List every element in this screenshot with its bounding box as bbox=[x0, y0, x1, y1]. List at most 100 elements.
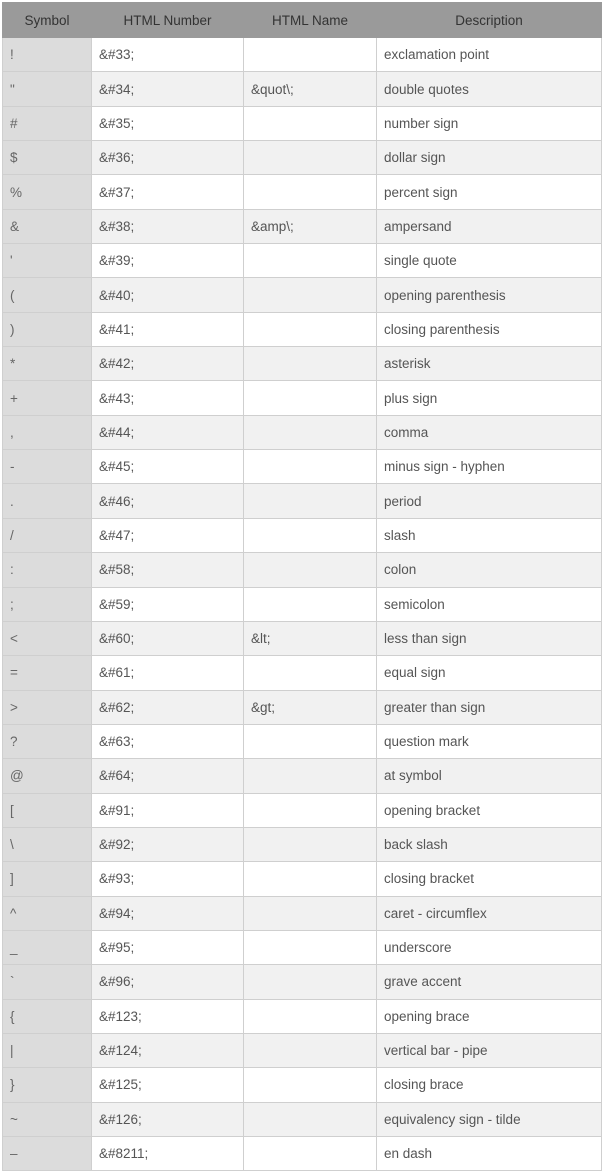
symbol-cell: } bbox=[2, 1067, 92, 1103]
html-number-cell: &#58; bbox=[91, 552, 244, 588]
html-number-cell: &#41; bbox=[91, 311, 244, 348]
html-name-cell bbox=[243, 929, 377, 966]
html-number-cell: &#40; bbox=[91, 277, 244, 313]
html-name-cell bbox=[243, 105, 377, 142]
symbol-cell: . bbox=[2, 483, 92, 519]
html-name-cell bbox=[243, 36, 377, 73]
description-cell: closing bracket bbox=[376, 861, 602, 897]
table-row: ) &#41; closing parenthesis bbox=[2, 311, 602, 348]
description-cell: semicolon bbox=[376, 586, 602, 622]
html-name-cell: &gt; bbox=[243, 689, 377, 725]
table-row: : &#58; colon bbox=[2, 552, 602, 588]
table-row: @ &#64; at symbol bbox=[2, 758, 602, 794]
table-row: ; &#59; semicolon bbox=[2, 586, 602, 622]
html-number-cell: &#123; bbox=[91, 998, 244, 1034]
symbol-cell: ] bbox=[2, 861, 92, 897]
html-number-cell: &#45; bbox=[91, 449, 244, 485]
description-cell: slash bbox=[376, 517, 602, 554]
html-number-cell: &#64; bbox=[91, 758, 244, 794]
html-number-cell: &#47; bbox=[91, 517, 244, 554]
html-name-cell bbox=[243, 792, 377, 828]
description-cell: greater than sign bbox=[376, 689, 602, 725]
symbol-cell: | bbox=[2, 1032, 92, 1069]
symbol-cell: _ bbox=[2, 929, 92, 966]
table-row: + &#43; plus sign bbox=[2, 380, 602, 416]
symbol-cell: ' bbox=[2, 243, 92, 279]
description-cell: equivalency sign - tilde bbox=[376, 1101, 602, 1138]
html-number-cell: &#93; bbox=[91, 861, 244, 897]
html-name-cell bbox=[243, 998, 377, 1034]
html-name-cell: &amp\; bbox=[243, 208, 377, 245]
table-row: } &#125; closing brace bbox=[2, 1067, 602, 1103]
symbol-cell: ) bbox=[2, 311, 92, 348]
table-row: | &#124; vertical bar - pipe bbox=[2, 1032, 602, 1069]
description-cell: comma bbox=[376, 414, 602, 451]
html-name-cell bbox=[243, 1135, 377, 1172]
symbol-cell: ~ bbox=[2, 1101, 92, 1138]
description-cell: minus sign - hyphen bbox=[376, 449, 602, 485]
symbol-cell: ! bbox=[2, 36, 92, 73]
html-number-cell: &#38; bbox=[91, 208, 244, 245]
table-row: {&#123; opening brace bbox=[2, 998, 602, 1034]
description-cell: question mark bbox=[376, 723, 602, 760]
symbol-cell: – bbox=[2, 1135, 92, 1172]
description-cell: closing parenthesis bbox=[376, 311, 602, 348]
html-number-cell: &#8211; bbox=[91, 1135, 244, 1172]
html-number-cell: &#44; bbox=[91, 414, 244, 451]
table-row: ^ &#94; caret - circumflex bbox=[2, 895, 602, 931]
description-cell: at symbol bbox=[376, 758, 602, 794]
html-number-cell: &#37; bbox=[91, 174, 244, 210]
html-name-cell bbox=[243, 140, 377, 176]
html-name-cell bbox=[243, 895, 377, 931]
table-row: ? &#63; question mark bbox=[2, 723, 602, 760]
symbol-cell: ? bbox=[2, 723, 92, 760]
symbol-cell: : bbox=[2, 552, 92, 588]
symbol-cell: " bbox=[2, 71, 92, 107]
html-name-cell bbox=[243, 552, 377, 588]
html-number-cell: &#43; bbox=[91, 380, 244, 416]
description-cell: opening brace bbox=[376, 998, 602, 1034]
html-name-cell bbox=[243, 964, 377, 1000]
table-header-row: Symbol HTML Number HTML Name Description bbox=[2, 2, 602, 38]
html-name-cell: &quot\; bbox=[243, 71, 377, 107]
description-cell: vertical bar - pipe bbox=[376, 1032, 602, 1069]
header-description: Description bbox=[376, 2, 602, 38]
description-cell: asterisk bbox=[376, 346, 602, 382]
html-name-cell bbox=[243, 723, 377, 760]
description-cell: number sign bbox=[376, 105, 602, 142]
html-name-cell bbox=[243, 1101, 377, 1138]
symbol-cell: / bbox=[2, 517, 92, 554]
symbol-cell: [ bbox=[2, 792, 92, 828]
html-name-cell: &lt; bbox=[243, 620, 377, 657]
html-number-cell: &#91; bbox=[91, 792, 244, 828]
table-row: - &#45; minus sign - hyphen bbox=[2, 449, 602, 485]
table-row: ! &#33; exclamation point bbox=[2, 36, 602, 73]
description-cell: ampersand bbox=[376, 208, 602, 245]
table-row: \ &#92; back slash bbox=[2, 826, 602, 863]
html-name-cell bbox=[243, 655, 377, 691]
symbol-cell: $ bbox=[2, 140, 92, 176]
table-row: # &#35; number sign bbox=[2, 105, 602, 142]
html-number-cell: &#63; bbox=[91, 723, 244, 760]
html-name-cell bbox=[243, 346, 377, 382]
table-row: _ &#95; underscore bbox=[2, 929, 602, 966]
description-cell: exclamation point bbox=[376, 36, 602, 73]
table-row: > &#62; &gt; greater than sign bbox=[2, 689, 602, 725]
header-html-name: HTML Name bbox=[243, 2, 377, 38]
html-number-cell: &#42; bbox=[91, 346, 244, 382]
symbol-cell: ( bbox=[2, 277, 92, 313]
symbol-cell: , bbox=[2, 414, 92, 451]
symbol-cell: > bbox=[2, 689, 92, 725]
table-row: < &#60; &lt; less than sign bbox=[2, 620, 602, 657]
table-row: – &#8211; en dash bbox=[2, 1135, 602, 1172]
html-number-cell: &#126; bbox=[91, 1101, 244, 1138]
symbol-cell: - bbox=[2, 449, 92, 485]
html-number-cell: &#62; bbox=[91, 689, 244, 725]
html-number-cell: &#36; bbox=[91, 140, 244, 176]
table-row: , &#44; comma bbox=[2, 414, 602, 451]
html-number-cell: &#96; bbox=[91, 964, 244, 1000]
table-row: $ &#36; dollar sign bbox=[2, 140, 602, 176]
table-row: ' &#39; single quote bbox=[2, 243, 602, 279]
description-cell: closing brace bbox=[376, 1067, 602, 1103]
description-cell: colon bbox=[376, 552, 602, 588]
